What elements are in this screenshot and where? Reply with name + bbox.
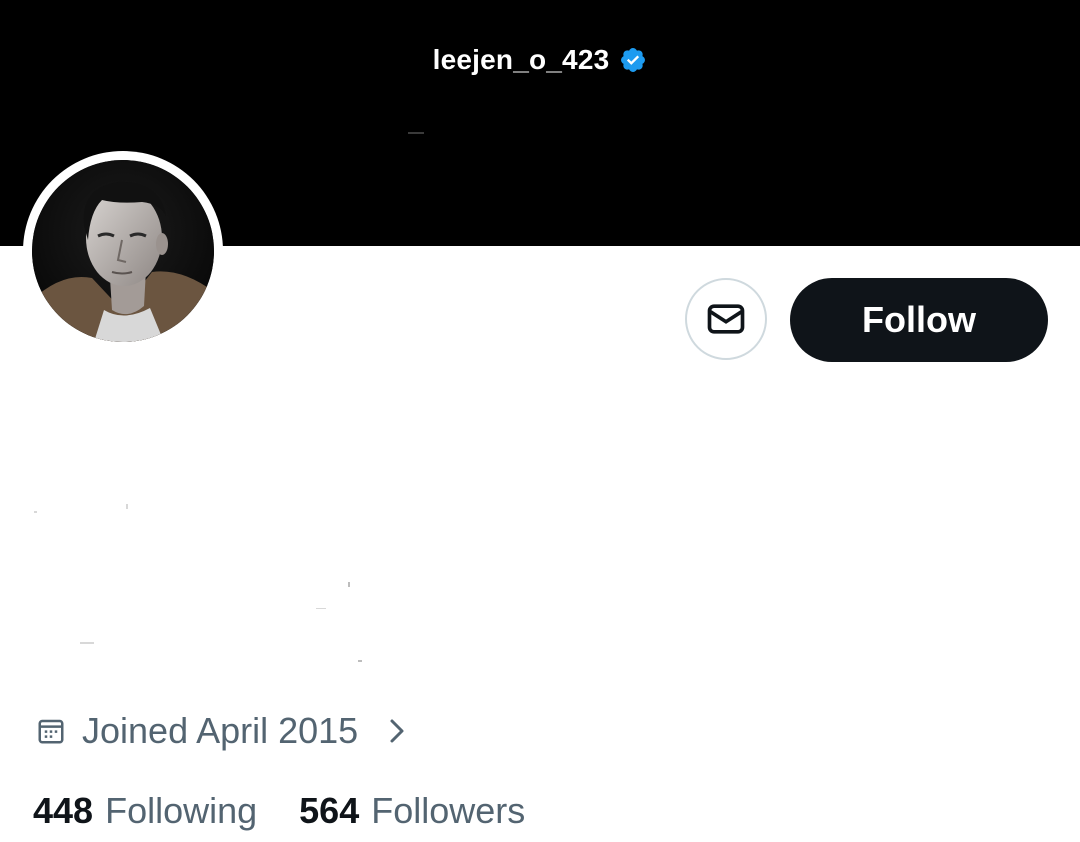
message-button[interactable] [685, 278, 767, 360]
follow-button[interactable]: Follow [790, 278, 1048, 362]
verified-badge-icon [621, 48, 646, 72]
banner-handle-row: leejen_o_423 [0, 44, 1080, 76]
joined-date-text: Joined April 2015 [82, 710, 359, 751]
artifact [34, 511, 37, 513]
banner-artifact [408, 132, 424, 134]
followers-label: Followers [371, 790, 526, 831]
followers-link[interactable]: 564 Followers [299, 790, 525, 832]
calendar-icon [38, 719, 64, 744]
artifact [316, 608, 326, 609]
avatar[interactable] [32, 160, 214, 342]
follow-stats: 448 Following 564 Followers [33, 788, 525, 834]
following-link[interactable]: 448 Following [33, 790, 257, 832]
envelope-icon [707, 304, 745, 334]
artifact [80, 642, 94, 644]
artifact [358, 660, 362, 662]
profile-photo [32, 160, 214, 342]
profile-page: leejen_o_423 Follow Joined April 2015 44… [0, 0, 1080, 842]
avatar-frame[interactable] [23, 151, 223, 351]
following-count: 448 [33, 790, 94, 831]
following-label: Following [105, 790, 258, 831]
joined-date-row[interactable]: Joined April 2015 [36, 708, 408, 754]
chevron-right-icon [390, 719, 404, 743]
artifact [126, 504, 128, 509]
followers-count: 564 [299, 790, 360, 831]
profile-handle: leejen_o_423 [432, 44, 610, 75]
artifact [348, 582, 350, 587]
